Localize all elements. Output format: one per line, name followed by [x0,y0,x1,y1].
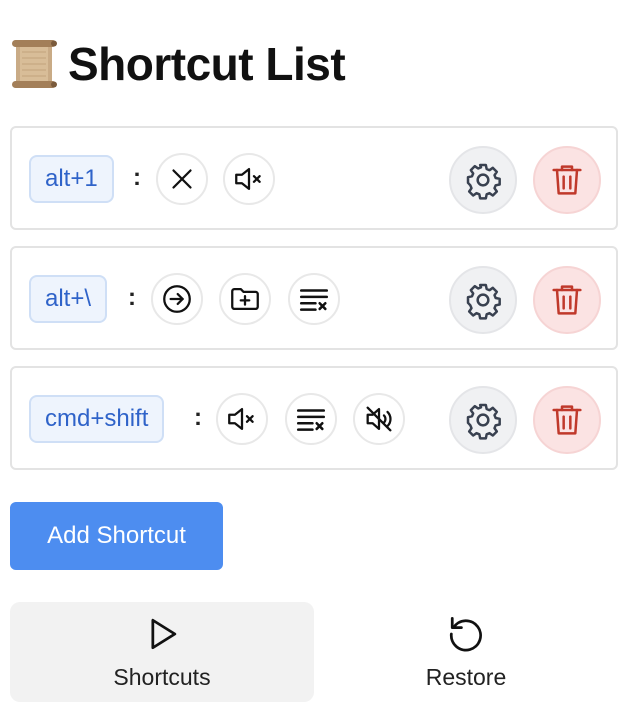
nav-shortcuts-label: Shortcuts [113,664,211,690]
shortcut-separator: : [133,164,141,191]
trash-icon [552,165,582,195]
volume-mute-icon[interactable] [216,393,268,445]
shortcut-card: cmd+shift : [10,366,618,470]
header: Shortcut List [10,36,346,92]
settings-button[interactable] [449,266,517,334]
close-icon[interactable] [156,153,208,205]
trash-icon [552,285,582,315]
shortcut-card: alt+\ : [10,246,618,350]
shortcut-separator: : [128,284,136,311]
nav-restore[interactable]: Restore [314,602,618,702]
delete-button[interactable] [533,266,601,334]
shortcut-key-badge: alt+1 [29,155,114,203]
volume-off-icon[interactable] [353,393,405,445]
trash-icon [552,405,582,435]
scroll-icon [12,40,57,88]
arrow-right-circle-icon[interactable] [151,273,203,325]
clear-list-icon[interactable] [285,393,337,445]
folder-plus-icon[interactable] [219,273,271,325]
shortcut-key-badge: cmd+shift [29,395,165,443]
restore-icon [449,617,482,652]
settings-button[interactable] [449,386,517,454]
play-icon [151,618,177,650]
page-title: Shortcut List [68,38,346,90]
nav-restore-label: Restore [425,664,507,690]
clear-list-icon[interactable] [288,273,340,325]
gear-icon [466,283,501,320]
delete-button[interactable] [533,386,601,454]
shortcut-key-badge: alt+\ [29,275,108,323]
shortcut-card: alt+1 : [10,126,618,230]
volume-mute-icon[interactable] [223,153,275,205]
nav-shortcuts[interactable]: Shortcuts [10,602,314,702]
delete-button[interactable] [533,146,601,214]
settings-button[interactable] [449,146,517,214]
gear-icon [466,403,501,440]
bottom-nav: Shortcuts Restore [10,602,618,702]
shortcut-separator: : [194,404,202,431]
add-shortcut-button[interactable]: Add Shortcut [10,502,223,570]
gear-icon [466,163,501,200]
